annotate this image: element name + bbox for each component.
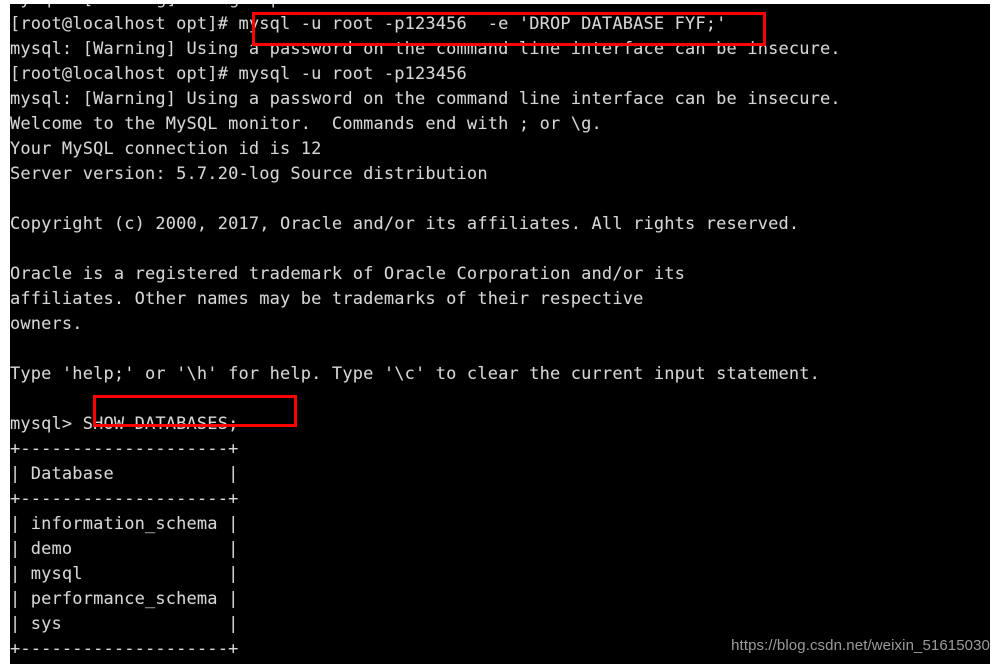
terminal-clipped-top-line: mysql: [Warning] Using a password on the… <box>10 4 990 8</box>
terminal-line: [root@localhost opt]# mysql -u root -p12… <box>10 64 467 84</box>
screenshot-root: mysql: [Warning] Using a password on the… <box>0 0 1000 669</box>
terminal-line-show-databases: mysql> SHOW DATABASES; <box>10 414 239 434</box>
table-row: | information_schema | <box>10 514 239 534</box>
terminal-line: mysql: [Warning] Using a password on the… <box>10 89 841 109</box>
terminal-output: [root@localhost opt]# mysql -u root -p12… <box>10 12 990 664</box>
table-header-row: | Database | <box>10 464 239 484</box>
terminal-line: Oracle is a registered trademark of Orac… <box>10 264 686 284</box>
table-row: | mysql | <box>10 564 239 584</box>
terminal-line: Welcome to the MySQL monitor. Commands e… <box>10 114 602 134</box>
table-separator: +--------------------+ <box>10 439 239 459</box>
terminal-line: affiliates. Other names may be trademark… <box>10 289 644 309</box>
table-row: | sys | <box>10 614 239 634</box>
table-row: | demo | <box>10 539 239 559</box>
result-status-line: 5 rows in set (0.00 sec) <box>10 662 990 664</box>
terminal-line: Copyright (c) 2000, 2017, Oracle and/or … <box>10 214 800 234</box>
table-separator: +--------------------+ <box>10 489 239 509</box>
terminal-window[interactable]: mysql: [Warning] Using a password on the… <box>10 4 990 664</box>
terminal-line: Server version: 5.7.20-log Source distri… <box>10 164 488 184</box>
terminal-line: Type 'help;' or '\h' for help. Type '\c'… <box>10 364 821 384</box>
terminal-line: [root@localhost opt]# mysql -u root -p12… <box>10 14 727 34</box>
terminal-line: mysql: [Warning] Using a password on the… <box>10 39 841 59</box>
terminal-line: Your MySQL connection id is 12 <box>10 139 322 159</box>
watermark-text: https://blog.csdn.net/weixin_51615030 <box>731 637 990 654</box>
terminal-line: owners. <box>10 314 83 334</box>
table-row: | performance_schema | <box>10 589 239 609</box>
